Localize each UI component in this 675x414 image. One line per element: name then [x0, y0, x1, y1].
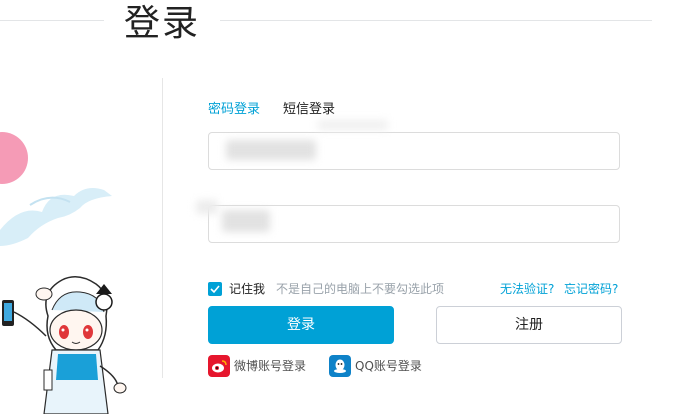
- weibo-icon[interactable]: [208, 355, 230, 377]
- tab-password-login[interactable]: 密码登录: [208, 100, 260, 120]
- cannot-verify-link[interactable]: 无法验证?: [500, 280, 554, 298]
- header-line-left: [0, 20, 104, 21]
- mascot-illustration: [0, 132, 127, 414]
- check-icon: [210, 285, 220, 294]
- remember-label[interactable]: 记住我: [229, 280, 265, 298]
- remember-hint: 不是自己的电脑上不要勾选此项: [276, 282, 445, 296]
- header-line-right: [220, 20, 652, 21]
- tab-sms-login[interactable]: 短信登录: [283, 100, 335, 120]
- password-redacted: [222, 210, 270, 232]
- login-button[interactable]: 登录: [208, 306, 394, 344]
- forgot-password-link[interactable]: 忘记密码?: [564, 280, 618, 298]
- register-button[interactable]: 注册: [436, 306, 622, 344]
- page-title: 登录: [124, 3, 201, 44]
- qq-login-link[interactable]: QQ账号登录: [355, 357, 422, 375]
- weibo-login-link[interactable]: 微博账号登录: [234, 357, 306, 375]
- qq-icon[interactable]: [329, 355, 351, 377]
- remember-checkbox[interactable]: [208, 282, 222, 296]
- password-input[interactable]: [209, 206, 619, 242]
- vertical-divider: [162, 78, 163, 378]
- username-redacted: [226, 140, 316, 160]
- redaction-smudge: [318, 120, 388, 130]
- redaction-smudge-2: [196, 200, 218, 214]
